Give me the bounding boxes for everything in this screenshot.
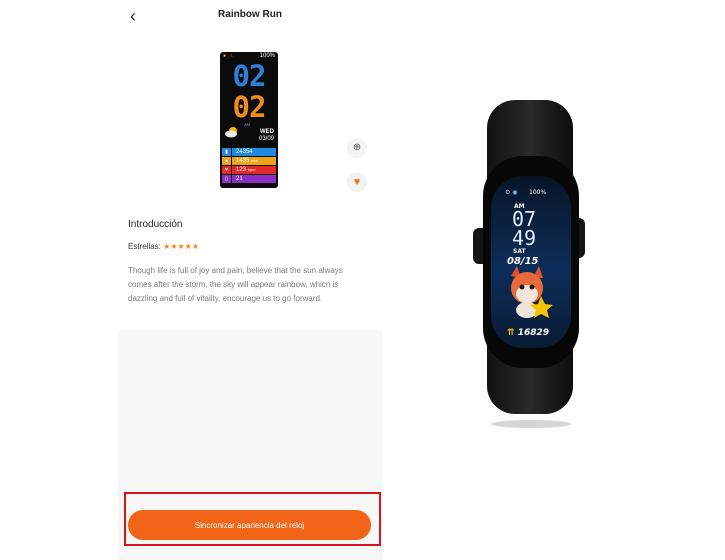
preview-date: 03/09: [258, 136, 274, 142]
preview-ampm: AM: [244, 122, 250, 127]
intro-heading: Introducción: [128, 219, 183, 230]
preview-hour: 02: [232, 59, 267, 93]
band-date: 08/15: [507, 256, 539, 267]
heart-icon[interactable]: ♥: [347, 172, 367, 192]
sync-watchface-button[interactable]: Sincronizar apariencia del reloj: [128, 510, 371, 540]
intro-description: Though life is full of joy and pain, bel…: [128, 266, 343, 303]
stars-label: Estrellas:: [128, 242, 161, 251]
band-weekday: SAT: [513, 248, 526, 255]
band-minute: 49: [512, 226, 536, 250]
flame-icon: ▲: [222, 157, 231, 165]
battery-icon: ▯: [222, 175, 231, 183]
preview-row-calories: ▲ 1435 kcal: [222, 157, 276, 165]
page-title: Rainbow Run: [218, 9, 282, 20]
svg-text:⚙ ◉: ⚙ ◉: [505, 189, 518, 196]
bluetooth-icon: ●: [223, 53, 227, 59]
row-value: 123: [236, 167, 247, 173]
preview-minute: 02: [232, 90, 267, 124]
preview-weekday: WED: [260, 129, 274, 135]
preview-row-steps: ▮ 24354: [222, 148, 276, 156]
row-value: 21: [236, 176, 243, 182]
row-unit: kcal: [251, 158, 259, 163]
band-steps: ⇈ 16829: [507, 328, 549, 338]
row-value: 1435: [236, 158, 250, 164]
zoom-in-icon[interactable]: ⊕: [347, 138, 367, 158]
smart-band-photo: ⚙ ◉ 100% AM 07 49 SAT 08/15 ⇈ 16829: [473, 100, 585, 428]
preview-row-heart-rate: ♥ 123 bpm: [222, 166, 276, 174]
band-battery: 100%: [529, 189, 546, 196]
row-unit: bpm: [247, 167, 256, 172]
weather-cloud-icon: [225, 127, 237, 138]
watchface-preview: ● ☾ 100% 02 02 AM WED 03/09 ▮ 24354 ▲ 14…: [220, 52, 278, 188]
heart-rate-icon: ♥: [222, 166, 231, 174]
row-value: 24354: [236, 149, 253, 155]
star-rating-icon: ★★★★★: [163, 242, 199, 251]
rating-line: Estrellas: ★★★★★: [128, 242, 199, 251]
app-screen: ‹ Rainbow Run ● ☾ 100% 02 02 AM WED 03/0…: [118, 0, 382, 560]
steps-icon: ▮: [222, 148, 231, 156]
preview-row-battery: ▯ 21: [222, 175, 276, 183]
